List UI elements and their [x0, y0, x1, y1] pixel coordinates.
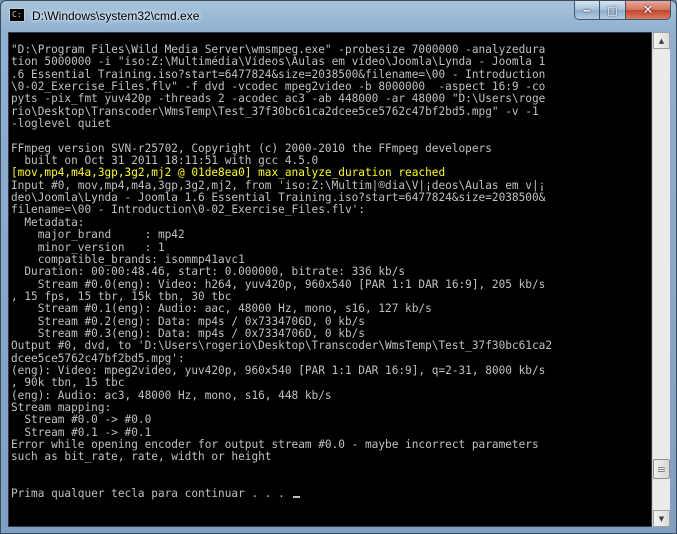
console-line: Duration: 00:00:48.46, start: 0.000000, …	[11, 265, 406, 279]
maximize-button[interactable]: □	[600, 1, 626, 20]
console-line: Stream #0.1(eng): Audio: aac, 48000 Hz, …	[11, 302, 432, 316]
text-cursor	[292, 496, 300, 499]
grip-line	[658, 467, 665, 469]
console-text: "D:\Program Files\Wild Media Server\wmsm…	[9, 33, 651, 501]
arrow-up-icon: ▲	[658, 36, 665, 45]
console-line: filename=\00 - Introduction\0-02_Exercis…	[11, 203, 365, 217]
console-line: [mov,mp4,m4a,3gp,3g2,mj2 @ 01de8ea0] max…	[11, 166, 446, 180]
console-line: Output #0, dvd, to 'D:\Users\rogerio\Des…	[11, 339, 552, 353]
console-line: such as bit_rate, rate, width or height	[11, 450, 272, 464]
scroll-down-button[interactable]: ▼	[653, 510, 670, 527]
scroll-up-button[interactable]: ▲	[653, 32, 670, 49]
console-line: Stream #0.0 -> #0.0	[11, 413, 152, 427]
console-line: pyts -pix_fmt yuv420p -threads 2 -acodec…	[11, 92, 546, 106]
arrow-down-icon: ▼	[658, 514, 665, 523]
close-button[interactable]: ✕	[626, 1, 671, 20]
grip-line	[658, 469, 665, 471]
cmd-window: C: D:\Windows\system32\cmd.exe ‒ □ ✕ "D:…	[0, 0, 677, 534]
minimize-button[interactable]: ‒	[574, 1, 600, 20]
console-line: -loglevel quiet	[11, 117, 112, 131]
console-output[interactable]: "D:\Program Files\Wild Media Server\wmsm…	[8, 32, 652, 527]
console-line: Prima qualquer tecla para continuar . . …	[11, 488, 651, 500]
console-line: major_brand : mp42	[11, 228, 185, 242]
window-controls: ‒ □ ✕	[574, 1, 671, 21]
cmd-icon[interactable]: C:	[9, 8, 25, 22]
vertical-scrollbar[interactable]: ▲ ▼	[652, 32, 670, 527]
scroll-thumb[interactable]	[653, 459, 670, 480]
console-line: minor_version : 1	[11, 240, 165, 254]
console-line: tion 5000000 -i "iso:Z:\Multimédia\Vídeo…	[11, 55, 546, 69]
console-line: , 90k tbn, 15 tbc	[11, 376, 125, 390]
window-title: D:\Windows\system32\cmd.exe	[32, 9, 200, 23]
title-bar[interactable]: C: D:\Windows\system32\cmd.exe ‒ □ ✕	[1, 1, 676, 32]
grip-line	[658, 471, 665, 473]
